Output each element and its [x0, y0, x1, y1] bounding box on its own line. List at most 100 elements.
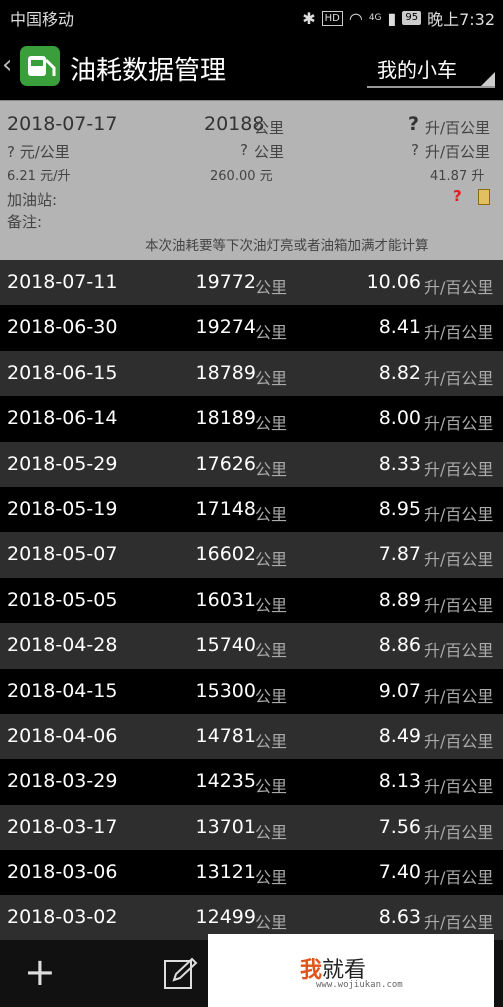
- record-consumption-unit: 升/百公里: [424, 595, 494, 615]
- detail-station-mark: ?: [453, 187, 462, 205]
- network-label: 4G: [368, 13, 382, 23]
- record-consumption: 8.33: [378, 452, 421, 475]
- record-row[interactable]: 2018-03-29 14235 公里 8.13 升/百公里: [0, 759, 503, 805]
- record-consumption: 8.00: [378, 407, 421, 430]
- record-odometer-unit: 公里: [255, 414, 288, 434]
- record-consumption: 8.63: [378, 906, 421, 929]
- record-consumption-unit: 升/百公里: [424, 278, 494, 297]
- record-row[interactable]: 2018-07-11 19772 公里 10.06 升/百公里: [0, 260, 503, 306]
- hd-icon: HD: [321, 10, 343, 26]
- record-odometer-unit: 公里: [255, 777, 288, 797]
- record-date: 2018-05-29: [7, 452, 118, 475]
- record-odometer: 18789: [195, 361, 256, 384]
- latest-record-detail[interactable]: 2018-07-17 20188 公里 ? 升/百公里 ? 元/公里 ? 公里 …: [0, 100, 503, 262]
- edit-icon[interactable]: [162, 956, 198, 992]
- record-consumption-unit: 升/百公里: [424, 641, 494, 661]
- record-date: 2018-07-11: [7, 271, 118, 293]
- record-consumption-unit: 升/百公里: [424, 368, 494, 388]
- record-row[interactable]: 2018-05-19 17148 公里 8.95 升/百公里: [0, 486, 503, 533]
- record-consumption: 9.07: [378, 679, 421, 702]
- back-icon[interactable]: ‹: [2, 50, 12, 80]
- record-consumption: 10.06: [366, 271, 421, 293]
- watermark-url: www.wojiukan.com: [316, 980, 403, 990]
- app-logo-icon: [20, 46, 60, 86]
- record-odometer-unit: 公里: [255, 868, 288, 888]
- record-odometer-unit: 公里: [255, 459, 288, 479]
- signal-icon: ▮: [387, 8, 397, 28]
- detail-distance-unit: 公里: [254, 143, 285, 161]
- record-consumption: 7.40: [378, 861, 421, 884]
- status-bar: 中国移动 ✱ HD ◠ 4G ▮ 95 晚上7:32: [0, 0, 503, 34]
- record-consumption: 8.41: [378, 316, 421, 339]
- record-consumption: 8.95: [378, 497, 421, 520]
- app-bar: ‹ 油耗数据管理 我的小车: [0, 34, 503, 100]
- detail-liters: 41.87 升: [430, 169, 485, 184]
- record-consumption-unit: 升/百公里: [424, 550, 494, 570]
- record-date: 2018-03-06: [7, 861, 118, 884]
- fuel-pump-icon: [478, 189, 490, 205]
- record-odometer-unit: 公里: [255, 504, 288, 524]
- record-odometer-unit: 公里: [255, 686, 288, 706]
- record-odometer: 15300: [195, 679, 256, 702]
- record-odometer: 16602: [195, 543, 256, 566]
- record-odometer-unit: 公里: [255, 822, 288, 842]
- carrier-label: 中国移动: [10, 10, 75, 29]
- record-date: 2018-06-30: [7, 316, 118, 339]
- record-consumption-unit: 升/百公里: [424, 414, 494, 434]
- record-odometer: 17626: [195, 452, 256, 475]
- record-row[interactable]: 2018-05-07 16602 公里 7.87 升/百公里: [0, 532, 503, 578]
- record-odometer: 13701: [195, 815, 256, 838]
- watermark: 我就看 www.wojiukan.com: [208, 934, 494, 1007]
- record-row[interactable]: 2018-06-30 19274 公里 8.41 升/百公里: [0, 305, 503, 351]
- bottom-toolbar: + 我就看 www.wojiukan.com: [0, 934, 503, 1007]
- bluetooth-icon: ✱: [302, 8, 316, 28]
- detail-note-label: 备注:: [7, 213, 43, 231]
- record-date: 2018-05-07: [7, 543, 118, 566]
- records-list: 2018-07-11 19772 公里 10.06 升/百公里 2018-06-30 192…: [0, 260, 503, 941]
- record-consumption-unit: 升/百公里: [424, 504, 494, 524]
- record-row[interactable]: 2018-03-06 13121 公里 7.40 升/百公里: [0, 850, 503, 896]
- car-selector-label: 我的小车: [377, 58, 457, 82]
- record-row[interactable]: 2018-05-29 17626 公里 8.33 升/百公里: [0, 441, 503, 487]
- record-date: 2018-03-29: [7, 770, 118, 793]
- record-consumption: 7.56: [378, 815, 421, 838]
- record-consumption-unit: 升/百公里: [424, 686, 494, 706]
- record-odometer: 15740: [195, 634, 256, 657]
- detail-hint: 本次油耗要等下次油灯亮或者油箱加满才能计算: [145, 238, 429, 254]
- record-row[interactable]: 2018-05-05 16031 公里 8.89 升/百公里: [0, 577, 503, 624]
- record-odometer-unit: 公里: [255, 368, 288, 388]
- record-consumption-unit: 升/百公里: [424, 323, 494, 343]
- clock: 晚上7:32: [427, 10, 495, 29]
- record-row[interactable]: 2018-03-17 13701 公里 7.56 升/百公里: [0, 804, 503, 851]
- record-row[interactable]: 2018-06-14 18189 公里 8.00 升/百公里: [0, 396, 503, 442]
- record-odometer: 16031: [195, 588, 256, 611]
- battery-icon: 95: [402, 11, 422, 25]
- record-row[interactable]: 2018-06-15 18789 公里 8.82 升/百公里: [0, 350, 503, 397]
- record-odometer-unit: 公里: [255, 641, 288, 661]
- record-odometer-unit: 公里: [255, 913, 288, 933]
- car-selector[interactable]: 我的小车: [367, 46, 495, 88]
- record-consumption-unit: 升/百公里: [424, 868, 494, 888]
- record-date: 2018-04-06: [7, 724, 118, 747]
- add-icon[interactable]: +: [24, 952, 56, 992]
- record-odometer: 13121: [195, 861, 256, 884]
- record-consumption: 8.49: [378, 724, 421, 747]
- record-date: 2018-06-15: [7, 361, 118, 384]
- page-title: 油耗数据管理: [70, 56, 227, 86]
- wifi-icon: ◠: [348, 8, 363, 28]
- detail-unit-price: 6.21 元/升: [7, 169, 71, 184]
- record-odometer: 14235: [195, 770, 256, 793]
- status-icons: ✱ HD ◠ 4G ▮ 95 晚上7:32: [302, 6, 495, 30]
- detail-amount: 260.00 元: [210, 169, 273, 184]
- record-row[interactable]: 2018-04-06 14781 公里 8.49 升/百公里: [0, 713, 503, 760]
- detail-fuel: ?: [411, 141, 419, 159]
- detail-fuel-unit: 升/百公里: [425, 143, 491, 161]
- record-odometer-unit: 公里: [255, 323, 288, 343]
- detail-consumption: ?: [408, 113, 420, 135]
- record-row[interactable]: 2018-04-15 15300 公里 9.07 升/百公里: [0, 668, 503, 714]
- record-consumption: 7.87: [378, 543, 421, 566]
- record-date: 2018-03-17: [7, 815, 118, 838]
- record-date: 2018-05-05: [7, 588, 118, 611]
- record-row[interactable]: 2018-04-28 15740 公里 8.86 升/百公里: [0, 623, 503, 669]
- record-date: 2018-04-28: [7, 634, 118, 657]
